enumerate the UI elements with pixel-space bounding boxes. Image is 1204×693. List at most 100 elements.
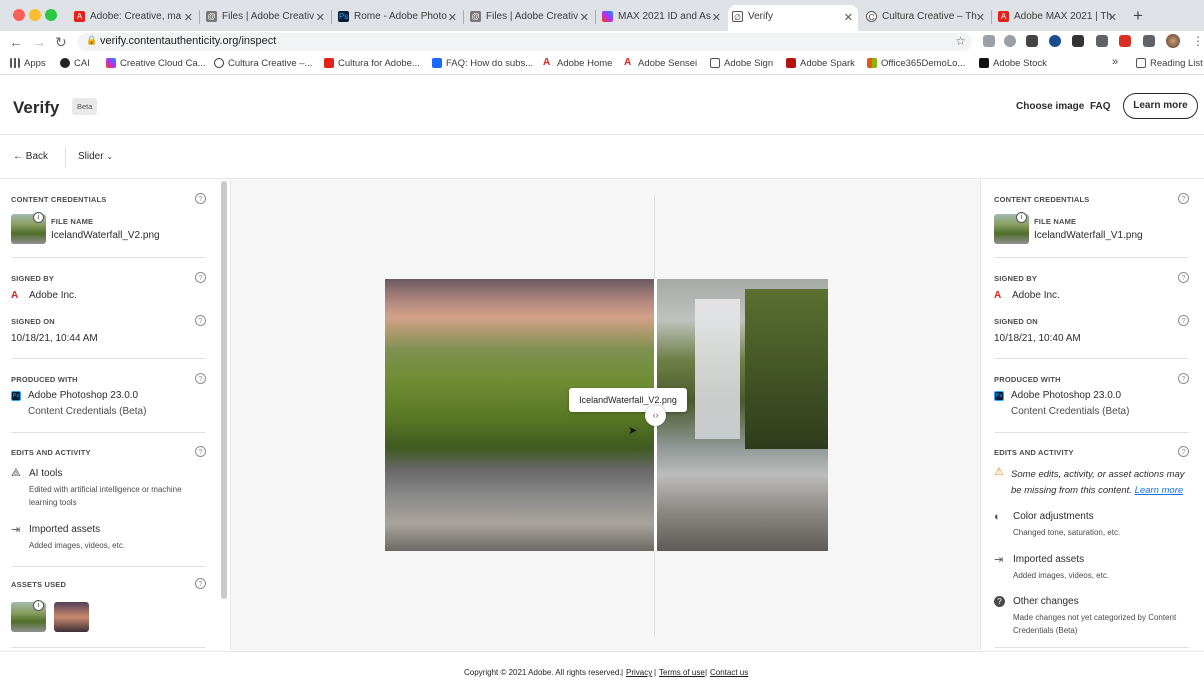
browser-tab[interactable]: @ Files | Adobe Creativ ✕ [202, 5, 330, 31]
cc-favicon-icon: @ [206, 11, 217, 22]
close-tab-icon[interactable]: ✕ [1108, 11, 1117, 24]
help-icon[interactable]: ? [1178, 193, 1189, 204]
kebab-menu-icon[interactable]: ⋮ [1192, 34, 1204, 48]
extension-icon[interactable] [1049, 35, 1061, 47]
browser-tab[interactable]: A Adobe: Creative, ma ✕ [70, 5, 198, 31]
signer-name: Adobe Inc. [29, 290, 77, 301]
faq-link[interactable]: FAQ [1090, 101, 1111, 112]
browser-tab-active[interactable]: ∅ Verify ✕ [728, 5, 858, 31]
bookmark-item[interactable]: Adobe Stock [979, 58, 1047, 69]
help-icon[interactable]: ? [195, 373, 206, 384]
bookmark-item[interactable]: Cultura Creative –... [214, 58, 312, 69]
warning-icon: ⚠ [994, 466, 1004, 478]
help-icon[interactable]: ? [195, 446, 206, 457]
help-icon[interactable]: ? [195, 578, 206, 589]
maximize-window-button[interactable] [45, 9, 57, 21]
bookmark-item[interactable]: Office365DemoLo... [867, 58, 965, 69]
close-tab-icon[interactable]: ✕ [448, 11, 457, 24]
new-tab-icon[interactable]: + [1133, 6, 1143, 26]
edits-label: EDITS AND ACTIVITY [994, 448, 1074, 457]
info-icon[interactable]: i [33, 212, 44, 223]
bookmark-item[interactable]: Adobe Sign [710, 58, 773, 69]
info-icon[interactable]: i [1016, 212, 1027, 223]
close-tab-icon[interactable]: ✕ [316, 11, 325, 24]
back-button[interactable]: ← Back [13, 151, 48, 162]
contact-link[interactable]: Contact us [710, 668, 748, 677]
close-tab-icon[interactable]: ✕ [976, 11, 985, 24]
beta-badge: Beta [72, 98, 98, 115]
extension-icon[interactable] [983, 35, 995, 47]
photoshop-icon: Ps [11, 391, 21, 401]
browser-tab[interactable]: @ Files | Adobe Creativ ✕ [466, 5, 594, 31]
puzzle-icon[interactable] [1143, 35, 1155, 47]
learn-more-button[interactable]: Learn more [1123, 93, 1198, 119]
file-name-label: FILE NAME [1034, 217, 1077, 226]
color-adjustments-icon: ◐ [994, 511, 1001, 523]
bookmark-item[interactable]: FAQ: How do subs... [432, 58, 533, 69]
help-icon[interactable]: ? [1178, 315, 1189, 326]
slider-handle[interactable]: ‹› [645, 405, 666, 426]
help-icon[interactable]: ? [195, 315, 206, 326]
bookmark-star-icon[interactable]: ☆ [955, 34, 966, 48]
producer-app: Adobe Photoshop 23.0.0 [28, 390, 139, 401]
bookmark-item[interactable]: A Adobe Sensei [624, 58, 697, 70]
help-icon[interactable]: ? [1178, 373, 1189, 384]
cc-favicon-icon: @ [470, 11, 481, 22]
signed-on-date: 10/18/21, 10:44 AM [11, 333, 98, 344]
terms-link[interactable]: Terms of use [659, 668, 705, 677]
view-mode-dropdown[interactable]: Slider ⌄ [78, 151, 113, 162]
adobe-favicon-icon: A [998, 11, 1009, 22]
left-panel-scrollbar[interactable] [221, 181, 227, 599]
bookmark-item[interactable]: Adobe Spark [786, 58, 855, 69]
close-tab-icon[interactable]: ✕ [184, 11, 193, 24]
help-icon[interactable]: ? [195, 272, 206, 283]
assets-used-label: ASSETS USED [11, 580, 67, 589]
profile-avatar[interactable] [1166, 34, 1180, 48]
bookmark-apps[interactable]: Apps [10, 58, 46, 69]
bookmark-item[interactable]: Cultura for Adobe... [324, 58, 420, 69]
photoshop-icon: Ps [994, 391, 1004, 401]
pdf-extension-icon[interactable] [1119, 35, 1131, 47]
close-tab-icon[interactable]: ✕ [712, 11, 721, 24]
bookmark-item[interactable]: A Adobe Home [543, 57, 612, 70]
minimize-window-button[interactable] [29, 9, 41, 21]
extension-icon[interactable] [1004, 35, 1016, 47]
address-bar[interactable]: 🔒 verify.contentauthenticity.org/inspect… [78, 33, 972, 51]
browser-toolbar: ← → ↻ 🔒 verify.contentauthenticity.org/i… [0, 31, 1204, 53]
behance-icon [432, 58, 442, 68]
reading-list[interactable]: Reading List [1136, 58, 1203, 69]
help-icon[interactable]: ? [1178, 446, 1189, 457]
info-icon[interactable]: i [33, 600, 44, 611]
browser-tab[interactable]: Ps Rome - Adobe Photo ✕ [334, 5, 462, 31]
help-icon[interactable]: ? [1178, 272, 1189, 283]
cultura-icon [214, 58, 224, 68]
browser-tab[interactable]: MAX 2021 ID and As ✕ [598, 5, 726, 31]
reload-icon[interactable]: ↻ [55, 34, 67, 51]
privacy-link[interactable]: Privacy [626, 668, 652, 677]
close-tab-icon[interactable]: ✕ [844, 11, 853, 24]
extension-icon[interactable] [1096, 35, 1108, 47]
back-arrow-icon[interactable]: ← [9, 34, 23, 50]
more-bookmarks-icon[interactable]: » [1112, 56, 1118, 68]
close-tab-icon[interactable]: ✕ [580, 11, 589, 24]
adobe-icon: A [543, 57, 551, 68]
choose-image-link[interactable]: Choose image [1016, 101, 1084, 112]
extension-icon[interactable] [1072, 35, 1084, 47]
right-credentials-panel: CONTENT CREDENTIALS ? i FILE NAME Icelan… [983, 180, 1204, 650]
bookmark-item[interactable]: Creative Cloud Ca... [106, 58, 206, 69]
browser-tab[interactable]: A Adobe MAX 2021 | Th ✕ [994, 5, 1122, 31]
bookmarks-bar: Apps CAI Creative Cloud Ca... Cultura Cr… [0, 53, 1204, 75]
forward-arrow-icon[interactable]: → [32, 34, 46, 50]
produced-with-label: PRODUCED WITH [11, 375, 78, 384]
verify-logo[interactable]: Verify [13, 98, 59, 118]
help-icon[interactable]: ? [195, 193, 206, 204]
max-favicon-icon [602, 11, 613, 22]
comparison-image[interactable] [385, 279, 828, 551]
browser-tab[interactable]: C Cultura Creative – Th ✕ [862, 5, 990, 31]
bookmark-item[interactable]: CAI [60, 58, 90, 69]
edit-title: Imported assets [29, 524, 101, 535]
asset-thumbnail[interactable] [54, 602, 89, 632]
extension-icon[interactable] [1026, 35, 1038, 47]
learn-more-link[interactable]: Learn more [1135, 485, 1184, 496]
close-window-button[interactable] [13, 9, 25, 21]
